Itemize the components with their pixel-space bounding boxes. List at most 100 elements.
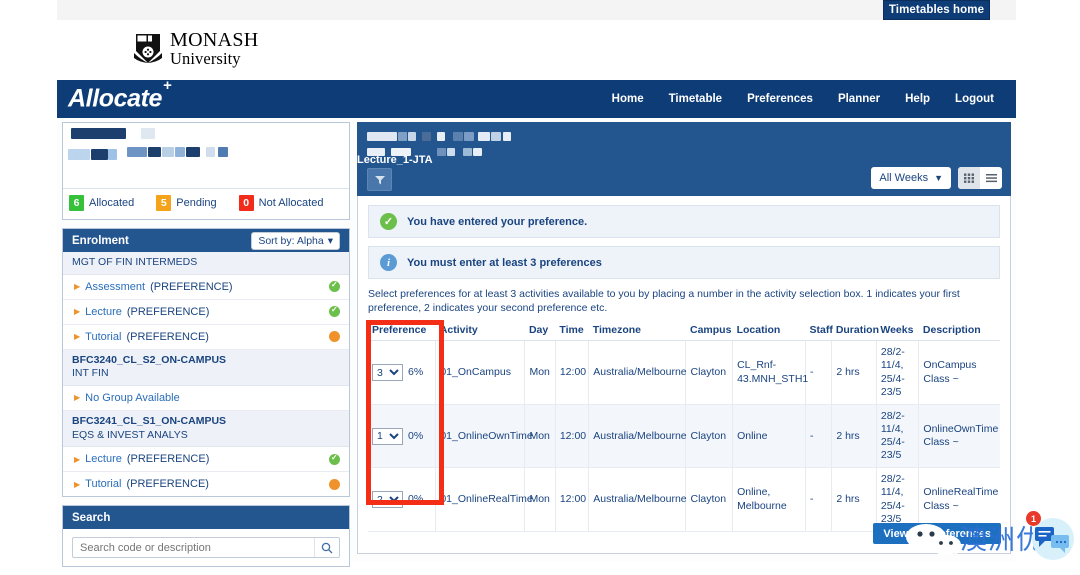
redaction-block [206,147,215,157]
sidebar-activity-assessment[interactable]: ▶ Assessment (PREFERENCE) [63,275,349,300]
col-time: Time [555,320,589,342]
brand-name: Allocate [68,84,163,113]
page-gutter-right [1016,0,1080,561]
instructions-text: Select preferences for at least 3 activi… [368,288,960,315]
chevron-right-icon: ▶ [74,307,81,317]
chevron-right-icon: ▶ [74,479,81,489]
cell-duration: 2 hrs [831,340,877,405]
redaction-block [464,132,474,141]
preference-select[interactable]: 3 [372,364,403,382]
search-icon[interactable] [314,538,339,558]
chat-widget[interactable]: 1 [1023,509,1075,561]
activity-label: Lecture [85,453,122,466]
nav-item-planner[interactable]: Planner [838,93,880,105]
cell-timezone: Australia/Melbourne [588,467,687,532]
main-panel-header: Lecture_1-JTA All Weeks ▼ [357,122,1011,196]
weeks-filter-label: All Weeks [879,172,929,184]
sort-by-dropdown[interactable]: Sort by: Alpha ▾ [251,231,340,250]
status-pending-icon [329,331,340,343]
nav-item-preferences[interactable]: Preferences [747,93,813,105]
cell-staff: - [804,340,832,405]
cell-description: OnCampus Class ~ [918,340,1000,405]
cell-location: Online [732,404,806,469]
preference-percent: 0% [408,493,424,506]
table-row: 3 6% 01_OnCampus Mon 12:00 Australia/Mel… [368,340,1000,405]
cell-activity: 01_OnlineRealTime [435,467,533,532]
redaction-block [186,147,200,157]
nav-item-logout[interactable]: Logout [955,93,994,105]
status-allocated-label: Allocated [89,197,135,209]
cell-time: 12:00 [554,340,589,405]
cell-activity: 01_OnlineOwnTime [435,404,533,469]
weeks-filter-dropdown[interactable]: All Weeks ▼ [871,167,951,189]
enrolment-panel: Enrolment Sort by: Alpha ▾ MGT OF FIN IN… [62,228,350,498]
cell-preference: 3 6% [368,340,436,405]
redaction-block [408,132,416,141]
redacted-activity-title [367,129,1001,163]
redaction-block [437,148,446,156]
activity-pref-tag: (PREFERENCE) [126,453,210,466]
redaction-block [447,148,455,156]
sidebar-activity-lecture[interactable]: ▶ Lecture (PREFERENCE) [63,300,349,325]
col-description: Description [918,320,1000,342]
list-view-button[interactable] [980,167,1002,189]
status-pending: 5 Pending [156,195,217,211]
monash-wordmark: MONASH University [170,30,258,68]
activity-pref-tag: (PREFERENCE) [126,478,209,491]
logo-line-university: University [170,49,241,68]
preference-select[interactable]: 1 [372,427,403,445]
activity-label: Lecture [85,305,122,318]
status-pending-label: Pending [176,197,217,209]
table-header-row: Preference Activity Day Time Timezone Ca… [368,320,1000,342]
cell-day: Mon [524,404,556,469]
redaction-block [478,132,490,141]
redaction-block [148,147,161,157]
chat-unread-badge: 1 [1026,511,1041,526]
course-name: INT FIN [72,367,109,380]
nav-item-timetable[interactable]: Timetable [669,93,722,105]
redaction-block [108,149,117,160]
activity-pref-tag: (PREFERENCE) [126,330,209,343]
activity-pref-tag: (PREFERENCE) [126,305,210,318]
enrolment-panel-header: Enrolment Sort by: Alpha ▾ [63,229,349,252]
view-all-preferences-button[interactable]: View All Preferences [873,523,1001,544]
filter-icon[interactable] [367,168,392,191]
preference-percent: 0% [408,429,424,442]
preference-select[interactable]: 2 [372,491,403,509]
search-box[interactable] [72,537,340,559]
redaction-block [453,132,463,141]
status-not-allocated-label: Not Allocated [258,197,324,209]
grid-view-button[interactable] [958,167,980,189]
col-campus: Campus [685,320,733,342]
status-allocated-icon [329,305,340,318]
redacted-user-info [63,123,349,189]
sidebar-activity-lecture-2[interactable]: ▶ Lecture (PREFERENCE) [63,447,349,473]
col-activity: Activity [435,320,525,342]
redaction-block [398,132,407,141]
col-staff: Staff [805,320,833,342]
course-code: BFC3240_CL_S2_ON-CAMPUS [72,353,227,366]
redaction-block [68,149,90,160]
sidebar: 6 Allocated 5 Pending 0 Not Allocated En… [62,122,350,575]
cell-weeks: 28/2-11/4, 25/4-23/5 [875,404,919,469]
cell-day: Mon [524,467,556,532]
search-input[interactable] [73,538,314,558]
sidebar-activity-no-group[interactable]: ▶ No Group Available [63,386,349,411]
sidebar-activity-tutorial-2[interactable]: ▶ Tutorial (PREFERENCE) [63,472,349,496]
col-weeks: Weeks [876,320,919,342]
nav-item-help[interactable]: Help [905,93,930,105]
cell-campus: Clayton [685,467,733,532]
timetables-home-tab[interactable]: Timetables home [883,0,990,20]
monash-crest-icon [133,32,163,66]
page-root: Timetables home MONASH University Alloca… [0,0,1080,568]
nav-item-home[interactable]: Home [612,93,644,105]
redaction-block [91,149,108,160]
search-panel: Search [62,505,350,568]
activity-label: Tutorial [85,478,122,491]
alert-info-text: You must enter at least 3 preferences [407,256,602,269]
cell-location: CL_Rnf-43.MNH_STH1 [732,340,808,405]
cell-timezone: Australia/Melbourne [588,340,687,405]
sidebar-activity-tutorial[interactable]: ▶ Tutorial (PREFERENCE) [63,325,349,350]
cell-preference: 1 0% [368,404,436,469]
course-header: MGT OF FIN INTERMEDS [63,252,349,275]
